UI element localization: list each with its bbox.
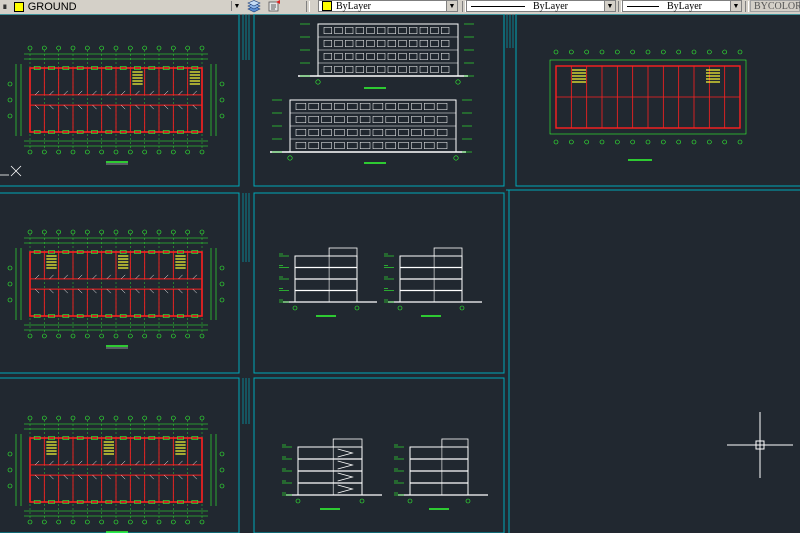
- layer-control[interactable]: ∎ GROUND: [2, 0, 77, 13]
- floor-plan-2: [7, 229, 225, 349]
- layer-dropdown-arrow[interactable]: ▼: [231, 1, 242, 11]
- color-dropdown-arrow[interactable]: ▼: [446, 1, 457, 11]
- match-properties-icon[interactable]: [266, 0, 282, 13]
- plotstyle-control: BYCOLOR: [750, 0, 800, 12]
- lineweight-dropdown-arrow[interactable]: ▼: [730, 1, 741, 11]
- ucs-icon: [0, 165, 22, 177]
- model-space-canvas[interactable]: [0, 14, 800, 533]
- floor-plan-1: [7, 45, 225, 165]
- crosshair-cursor: [727, 412, 793, 478]
- properties-toolbar: ∎ GROUND ▼ ByLayer ▼ ByLayer ▼ ByLayer ▼…: [0, 0, 800, 15]
- lineweight-value: ByLayer: [667, 0, 702, 12]
- section-3-3: [282, 438, 382, 510]
- color-value: ByLayer: [336, 0, 371, 12]
- front-elevation: [298, 23, 474, 85]
- rear-elevation: [270, 99, 472, 161]
- floor-plan-3: [7, 415, 225, 533]
- lineweight-control[interactable]: ByLayer ▼: [622, 0, 742, 12]
- roof-plan: [549, 49, 747, 161]
- layer-name: GROUND: [27, 0, 77, 13]
- lineweight-preview: [627, 5, 659, 7]
- plotstyle-value: BYCOLOR: [754, 0, 800, 12]
- linetype-control[interactable]: ByLayer ▼: [466, 0, 616, 12]
- layer-state-icon[interactable]: [246, 0, 262, 13]
- section-1-1: [279, 247, 377, 317]
- section-4-4: [394, 438, 488, 510]
- linetype-preview: [471, 5, 525, 7]
- lock-icon[interactable]: ∎: [2, 1, 8, 12]
- linetype-value: ByLayer: [533, 0, 568, 12]
- section-2-2: [384, 247, 482, 317]
- layer-color-swatch: [13, 1, 24, 12]
- color-control[interactable]: ByLayer ▼: [318, 0, 458, 12]
- color-swatch: [322, 1, 332, 11]
- linetype-dropdown-arrow[interactable]: ▼: [604, 1, 615, 11]
